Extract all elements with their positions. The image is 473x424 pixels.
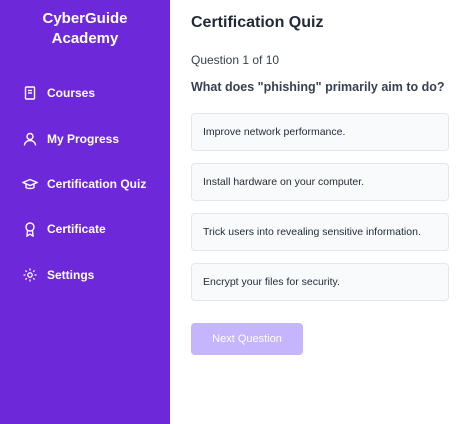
sidebar: CyberGuide Academy Courses My Progress C… (0, 0, 170, 424)
brand-title: CyberGuide Academy (0, 9, 170, 49)
gear-icon (22, 267, 38, 283)
sidebar-item-certification-quiz[interactable]: Certification Quiz (0, 169, 170, 199)
user-icon (22, 131, 38, 147)
award-icon (22, 221, 38, 237)
sidebar-item-courses[interactable]: Courses (0, 78, 170, 108)
sidebar-item-certificate[interactable]: Certificate (0, 214, 170, 244)
graduation-cap-icon (22, 176, 38, 192)
page-title: Certification Quiz (191, 14, 324, 31)
sidebar-item-my-progress[interactable]: My Progress (0, 124, 170, 154)
sidebar-item-label: Courses (47, 86, 96, 100)
sidebar-item-label: My Progress (47, 132, 120, 146)
quiz-panel: Certification Quiz Question 1 of 10 What… (170, 0, 473, 424)
question-number: Question 1 of 10 (191, 53, 280, 67)
sidebar-item-label: Settings (47, 268, 95, 282)
brand-line-1: CyberGuide (42, 10, 128, 27)
next-question-button[interactable]: Next Question (191, 323, 303, 355)
answer-option-4[interactable]: Encrypt your files for security. (191, 263, 449, 301)
answer-option-1[interactable]: Improve network performance. (191, 113, 449, 151)
sidebar-item-label: Certification Quiz (47, 177, 147, 191)
answer-option-3[interactable]: Trick users into revealing sensitive inf… (191, 213, 449, 251)
question-text: What does "phishing" primarily aim to do… (191, 80, 445, 94)
sidebar-item-label: Certificate (47, 222, 106, 236)
brand-line-2: Academy (51, 30, 119, 47)
sidebar-item-settings[interactable]: Settings (0, 260, 170, 290)
book-icon (22, 85, 38, 101)
answer-option-2[interactable]: Install hardware on your computer. (191, 163, 449, 201)
